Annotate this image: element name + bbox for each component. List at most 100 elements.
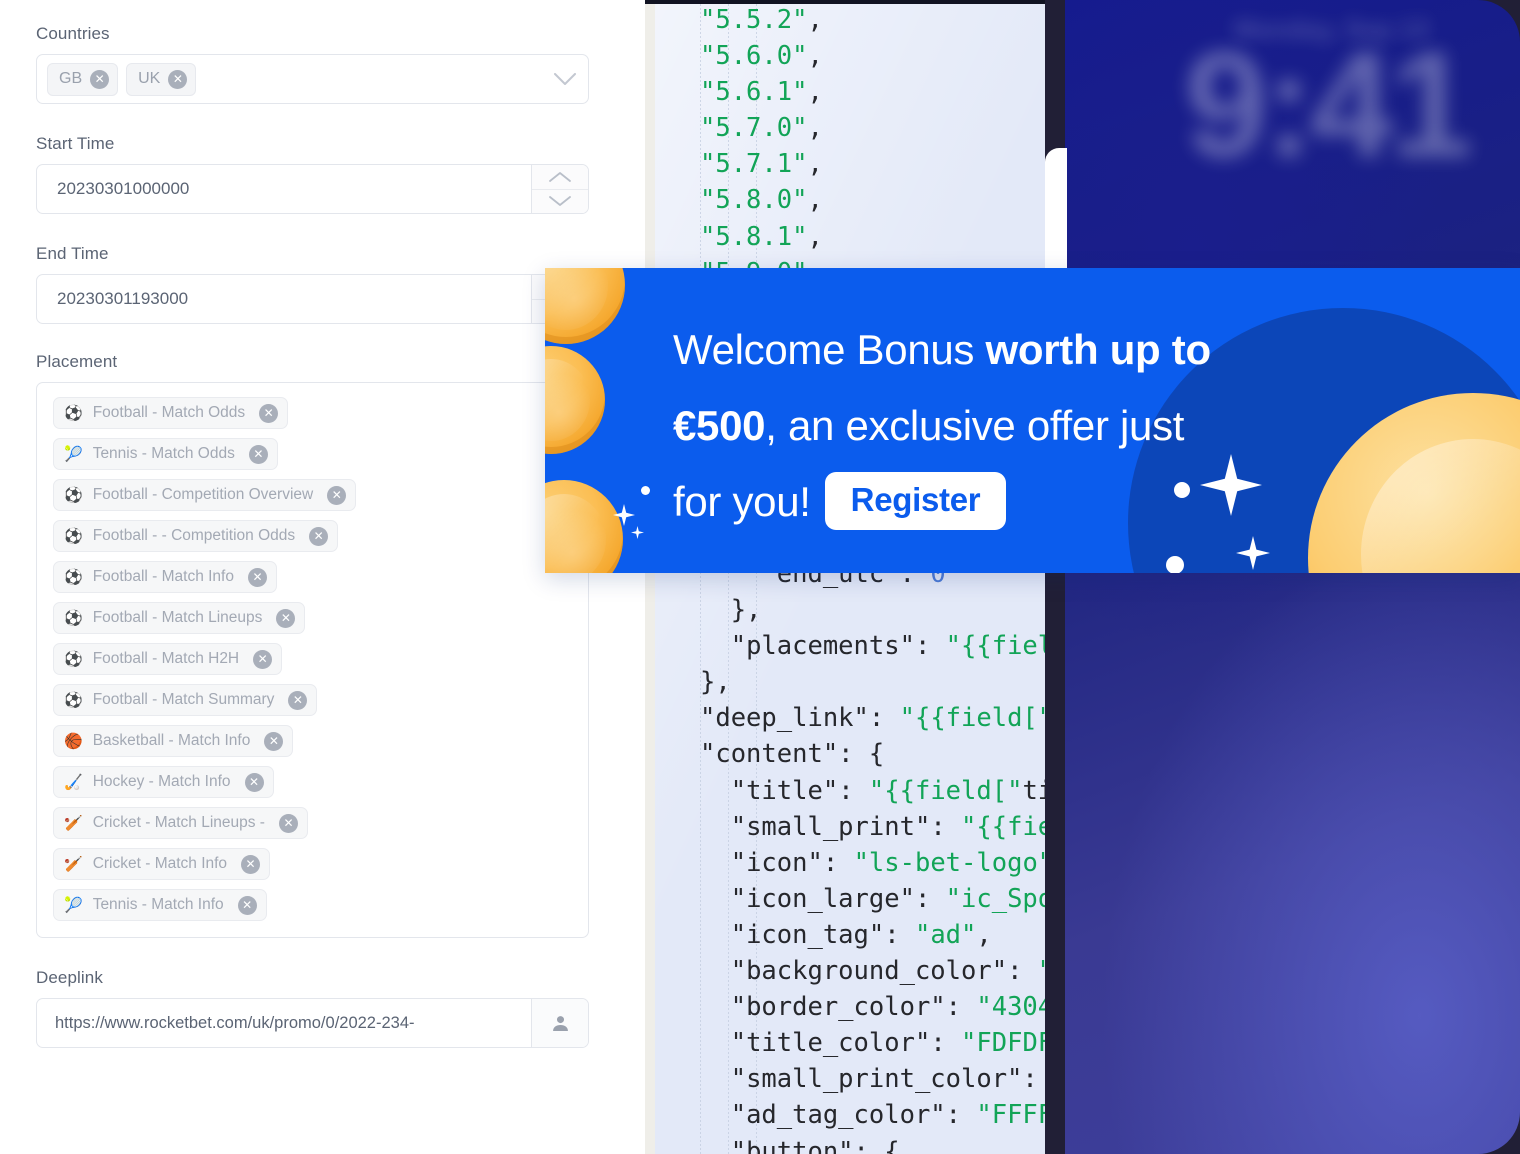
- placement-tag[interactable]: 🏀 Basketball - Match Info ✕: [53, 725, 294, 757]
- placement-tag[interactable]: ⚽ Football - Match Lineups ✕: [53, 602, 306, 634]
- placement-tag-list[interactable]: ⚽ Football - Match Odds ✕ 🎾 Tennis - Match O…: [36, 382, 589, 938]
- promo-line3-normal: for you!: [673, 478, 811, 525]
- start-time-value[interactable]: 20230301000000: [37, 179, 531, 199]
- code-lines-bottom: "end_utc": 0 }, "placements": "{{fiel}, "…: [645, 556, 1045, 1154]
- code-line: "placements": "{{fiel: [730, 631, 1045, 662]
- country-chip[interactable]: GB ✕: [47, 62, 119, 96]
- tennis-ball-icon: 🎾: [64, 896, 83, 914]
- hockey-stick-icon: 🏑: [64, 773, 83, 791]
- code-line: "5.6.1",: [700, 77, 823, 108]
- coin-icon: [545, 268, 625, 344]
- tennis-ball-icon: 🎾: [64, 445, 83, 463]
- placement-tag[interactable]: 🎾 Tennis - Match Info ✕: [53, 889, 267, 921]
- country-chip[interactable]: UK ✕: [126, 62, 197, 96]
- coin-icon: [545, 346, 605, 454]
- chevron-up-icon[interactable]: [532, 165, 588, 190]
- remove-icon[interactable]: ✕: [247, 567, 267, 587]
- countries-select[interactable]: GB ✕ UK ✕: [36, 54, 589, 104]
- placement-tag[interactable]: 🏑 Hockey - Match Info ✕: [53, 766, 274, 798]
- phone-screen: Monday, Sep 13 9:41: [1065, 0, 1520, 1154]
- code-line: "button": {: [730, 1136, 900, 1154]
- promo-amount: €500: [673, 402, 766, 449]
- end-time-value[interactable]: 20230301193000: [37, 289, 531, 309]
- remove-icon[interactable]: ✕: [276, 608, 296, 628]
- placement-tag[interactable]: 🎾 Tennis - Match Odds ✕: [53, 438, 278, 470]
- football-icon: ⚽: [64, 404, 83, 422]
- remove-icon[interactable]: ✕: [244, 772, 264, 792]
- placement-tag-label: Football - Match Summary: [92, 691, 275, 708]
- placement-tag[interactable]: 🏏 Cricket - Match Info ✕: [53, 848, 271, 880]
- promo-banner[interactable]: Welcome Bonus worth up to €500, an exclu…: [545, 268, 1520, 573]
- deeplink-input[interactable]: https://www.rocketbet.com/uk/promo/0/202…: [36, 998, 589, 1048]
- placement-tag[interactable]: 🏏 Cricket - Match Lineups - ✕: [53, 807, 308, 839]
- placement-tag-label: Football - - Competition Odds: [92, 527, 296, 544]
- remove-icon[interactable]: ✕: [248, 444, 268, 464]
- code-line: },: [700, 667, 731, 698]
- start-time-input[interactable]: 20230301000000: [36, 164, 589, 214]
- lockscreen-time: 9:41: [1184, 20, 1472, 188]
- promo-headline: Welcome Bonus worth up to €500, an exclu…: [673, 312, 1373, 540]
- promo-line1-bold: worth up to: [985, 326, 1212, 373]
- deeplink-value[interactable]: https://www.rocketbet.com/uk/promo/0/202…: [37, 1014, 531, 1033]
- placement-label: Placement: [36, 352, 118, 371]
- code-line: "ad_tag_color": "FFFF: [730, 1100, 1045, 1131]
- code-line: "title_color": "FDFDF: [730, 1028, 1045, 1059]
- placement-tag-label: Football - Match Lineups: [92, 609, 263, 626]
- remove-icon[interactable]: ✕: [253, 649, 273, 669]
- start-time-stepper[interactable]: [531, 165, 588, 213]
- football-icon: ⚽: [64, 486, 83, 504]
- code-line: "5.5.2",: [700, 5, 823, 35]
- country-chip-label: UK: [138, 70, 161, 87]
- placement-tag-label: Cricket - Match Info: [92, 855, 228, 872]
- code-line: "deep_link": "{{field[": [700, 703, 1045, 734]
- code-line: "5.8.1",: [700, 221, 823, 252]
- code-line: "icon": "ls-bet-logo": [730, 847, 1045, 878]
- end-time-input[interactable]: 20230301193000: [36, 274, 589, 324]
- country-chip-label: GB: [59, 70, 83, 87]
- remove-icon[interactable]: ✕: [90, 69, 110, 89]
- remove-icon[interactable]: ✕: [327, 485, 347, 505]
- code-line: "small_print_color":: [730, 1064, 1038, 1095]
- code-line: "5.8.0",: [700, 185, 823, 216]
- placement-tag-label: Hockey - Match Info: [92, 773, 231, 790]
- remove-icon[interactable]: ✕: [259, 403, 279, 423]
- sparkle-dot-icon: [641, 486, 650, 495]
- remove-icon[interactable]: ✕: [309, 526, 329, 546]
- placement-tag-label: Tennis - Match Odds: [92, 445, 235, 462]
- code-editor-panel[interactable]: "5.5.2", "5.6.0", "5.6.1", "5.7.0", "5.7.1",…: [645, 0, 1045, 1154]
- placement-tag[interactable]: ⚽ Football - Match Info ✕: [53, 561, 277, 593]
- placement-tag[interactable]: ⚽ Football - Match Odds ✕: [53, 397, 289, 429]
- remove-icon[interactable]: ✕: [241, 854, 261, 874]
- placement-tag[interactable]: ⚽ Football - Match Summary ✕: [53, 684, 318, 716]
- placement-tag-label: Football - Match H2H: [92, 650, 240, 667]
- code-line: "background_color": ": [730, 956, 1045, 987]
- person-icon[interactable]: [531, 999, 588, 1047]
- register-button[interactable]: Register: [824, 471, 1007, 530]
- football-icon: ⚽: [64, 650, 83, 668]
- remove-icon[interactable]: ✕: [237, 895, 257, 915]
- editor-top-strip: [645, 0, 1045, 4]
- code-line: },: [700, 595, 762, 626]
- code-lines-top: "5.5.2", "5.6.0", "5.6.1", "5.7.0", "5.7.1",…: [645, 2, 1045, 291]
- placement-tag[interactable]: ⚽ Football - Match H2H ✕: [53, 643, 283, 675]
- code-line: "small_print": "{{fie: [730, 811, 1045, 842]
- remove-icon[interactable]: ✕: [278, 813, 298, 833]
- campaign-form-panel: Countries GB ✕ UK ✕ Start Time 202303010000…: [0, 0, 645, 1154]
- cricket-bat-icon: 🏏: [64, 814, 83, 832]
- remove-icon[interactable]: ✕: [288, 690, 308, 710]
- cricket-bat-icon: 🏏: [64, 855, 83, 873]
- football-icon: ⚽: [64, 691, 83, 709]
- placement-tag[interactable]: ⚽ Football - Competition Overview ✕: [53, 479, 357, 511]
- code-line: "5.6.0",: [700, 41, 823, 72]
- chevron-down-icon[interactable]: [532, 189, 588, 213]
- coin-icon: [545, 480, 623, 573]
- placement-tag-label: Tennis - Match Info: [92, 896, 224, 913]
- remove-icon[interactable]: ✕: [264, 731, 284, 751]
- sparkle-icon: [631, 526, 644, 539]
- placement-tag[interactable]: ⚽ Football - - Competition Odds ✕: [53, 520, 339, 552]
- promo-line2-normal: , an exclusive offer just: [765, 402, 1185, 449]
- start-time-label: Start Time: [36, 134, 115, 153]
- code-line: "5.7.1",: [700, 149, 823, 180]
- remove-icon[interactable]: ✕: [168, 69, 188, 89]
- chevron-down-icon[interactable]: [542, 55, 588, 103]
